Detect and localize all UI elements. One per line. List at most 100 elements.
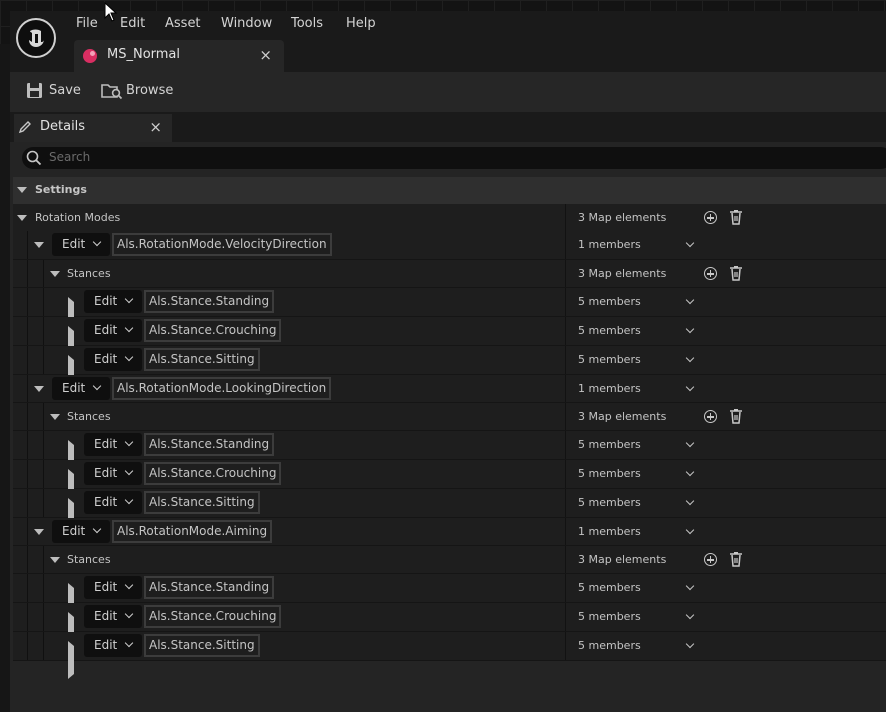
indent-guide bbox=[43, 489, 44, 517]
chevron-down-icon bbox=[124, 638, 134, 648]
gameplay-tag-key[interactable]: Als.Stance.Sitting bbox=[144, 634, 260, 657]
edit-label: Edit bbox=[62, 237, 86, 251]
collapse-arrow-icon[interactable] bbox=[50, 414, 60, 420]
add-element-icon[interactable] bbox=[704, 553, 717, 566]
map-element-count: 3 Map elements bbox=[578, 211, 667, 224]
gameplay-tag-key[interactable]: Als.Stance.Standing bbox=[144, 576, 275, 599]
row-key-cell: Stances bbox=[13, 546, 565, 573]
indent-guide bbox=[27, 603, 28, 631]
map-element-count: 3 Map elements bbox=[578, 267, 667, 280]
menu-help[interactable]: Help bbox=[346, 14, 376, 34]
gameplay-tag-key[interactable]: Als.Stance.Standing bbox=[144, 290, 275, 313]
chevron-down-icon[interactable] bbox=[685, 581, 695, 591]
chevron-down-icon[interactable] bbox=[685, 324, 695, 334]
gameplay-tag-key[interactable]: Als.RotationMode.Aiming bbox=[112, 520, 273, 543]
chevron-down-icon[interactable] bbox=[685, 295, 695, 305]
edit-dropdown-button[interactable]: Edit bbox=[84, 634, 142, 657]
chevron-down-icon[interactable] bbox=[685, 382, 695, 392]
member-count: 1 members bbox=[578, 382, 641, 395]
add-element-icon[interactable] bbox=[704, 410, 717, 423]
row-key-cell: Edit Als.Stance.Crouching bbox=[13, 603, 565, 650]
chevron-down-icon[interactable] bbox=[685, 639, 695, 649]
unreal-logo-icon[interactable] bbox=[16, 18, 56, 58]
edit-dropdown-button[interactable]: Edit bbox=[84, 576, 142, 599]
edit-label: Edit bbox=[94, 323, 118, 337]
delete-icon[interactable] bbox=[729, 265, 743, 281]
collapse-arrow-icon[interactable] bbox=[17, 215, 27, 221]
gameplay-tag-key[interactable]: Als.Stance.Crouching bbox=[144, 319, 282, 342]
edit-dropdown-button[interactable]: Edit bbox=[52, 233, 110, 256]
indent-guide bbox=[43, 574, 44, 602]
mouse-cursor-icon bbox=[104, 2, 118, 22]
edit-dropdown-button[interactable]: Edit bbox=[84, 433, 142, 456]
gameplay-tag-key[interactable]: Als.Stance.Crouching bbox=[144, 605, 282, 628]
edit-dropdown-button[interactable]: Edit bbox=[84, 491, 142, 514]
gameplay-tag-key[interactable]: Als.RotationMode.LookingDirection bbox=[112, 377, 332, 400]
rotation-mode-row: Edit Als.RotationMode.LookingDirection 1 m… bbox=[13, 375, 886, 403]
chevron-down-icon[interactable] bbox=[685, 610, 695, 620]
collapse-arrow-icon[interactable] bbox=[50, 271, 60, 277]
menu-edit[interactable]: Edit bbox=[120, 14, 145, 34]
details-tab-title: Details bbox=[40, 119, 86, 134]
chevron-down-icon[interactable] bbox=[685, 525, 695, 535]
row-value-cell: 1 members bbox=[565, 518, 886, 545]
details-tab[interactable]: Details × bbox=[14, 114, 172, 142]
chevron-down-icon[interactable] bbox=[685, 438, 695, 448]
collapse-arrow-icon[interactable] bbox=[34, 242, 44, 248]
chevron-down-icon[interactable] bbox=[685, 496, 695, 506]
collapse-arrow-icon[interactable] bbox=[50, 557, 60, 563]
indent-guide bbox=[43, 403, 44, 430]
edit-dropdown-button[interactable]: Edit bbox=[84, 605, 142, 628]
gameplay-tag-key[interactable]: Als.Stance.Standing bbox=[144, 433, 275, 456]
edit-dropdown-button[interactable]: Edit bbox=[52, 377, 110, 400]
edit-dropdown-button[interactable]: Edit bbox=[84, 348, 142, 371]
search-icon bbox=[26, 150, 42, 166]
chevron-down-icon[interactable] bbox=[685, 467, 695, 477]
row-key-cell: Stances bbox=[13, 260, 565, 287]
gameplay-tag-key[interactable]: Als.Stance.Sitting bbox=[144, 491, 260, 514]
menu-asset[interactable]: Asset bbox=[165, 14, 201, 34]
close-details-icon[interactable]: × bbox=[149, 118, 162, 136]
chevron-down-icon bbox=[124, 466, 134, 476]
gameplay-tag-key[interactable]: Als.Stance.Sitting bbox=[144, 348, 260, 371]
search-input[interactable]: Search bbox=[22, 147, 886, 169]
collapse-arrow-icon[interactable] bbox=[34, 529, 44, 535]
delete-icon[interactable] bbox=[729, 408, 743, 424]
delete-icon[interactable] bbox=[729, 551, 743, 567]
indent-guide bbox=[27, 288, 28, 316]
row-key-cell: Edit Als.RotationMode.Aiming bbox=[13, 518, 565, 545]
save-button[interactable]: Save bbox=[24, 80, 82, 102]
menu-tools[interactable]: Tools bbox=[291, 14, 323, 34]
indent-guide bbox=[27, 632, 28, 660]
gameplay-tag-key[interactable]: Als.Stance.Crouching bbox=[144, 462, 282, 485]
close-tab-icon[interactable]: × bbox=[259, 46, 272, 64]
edit-label: Edit bbox=[94, 352, 118, 366]
member-count: 5 members bbox=[578, 353, 641, 366]
indent-guide bbox=[27, 546, 28, 573]
indent-guide bbox=[27, 375, 28, 402]
collapse-arrow-icon[interactable] bbox=[34, 386, 44, 392]
edit-dropdown-button[interactable]: Edit bbox=[52, 520, 110, 543]
indent-guide bbox=[43, 260, 44, 287]
chevron-down-icon[interactable] bbox=[685, 353, 695, 363]
rotation-modes-row: Rotation Modes 3 Map elements bbox=[13, 204, 886, 232]
document-tab[interactable]: MS_Normal × bbox=[74, 40, 284, 72]
indent-guide bbox=[43, 603, 44, 631]
add-element-icon[interactable] bbox=[704, 211, 717, 224]
edit-dropdown-button[interactable]: Edit bbox=[84, 319, 142, 342]
edit-dropdown-button[interactable]: Edit bbox=[84, 290, 142, 313]
stances-row: Stances 3 Map elements bbox=[13, 260, 886, 288]
gameplay-tag-key[interactable]: Als.RotationMode.VelocityDirection bbox=[112, 233, 332, 256]
menu-file[interactable]: File bbox=[76, 14, 98, 34]
settings-category[interactable]: Settings bbox=[13, 177, 886, 204]
collapse-arrow-icon[interactable] bbox=[17, 187, 27, 193]
browse-button[interactable]: Browse bbox=[101, 80, 173, 102]
chevron-down-icon bbox=[124, 580, 134, 590]
add-element-icon[interactable] bbox=[704, 267, 717, 280]
delete-icon[interactable] bbox=[729, 209, 743, 225]
row-value-cell: 5 members bbox=[565, 317, 886, 345]
edit-label: Edit bbox=[94, 495, 118, 509]
edit-dropdown-button[interactable]: Edit bbox=[84, 462, 142, 485]
chevron-down-icon[interactable] bbox=[685, 238, 695, 248]
menu-window[interactable]: Window bbox=[221, 14, 272, 34]
